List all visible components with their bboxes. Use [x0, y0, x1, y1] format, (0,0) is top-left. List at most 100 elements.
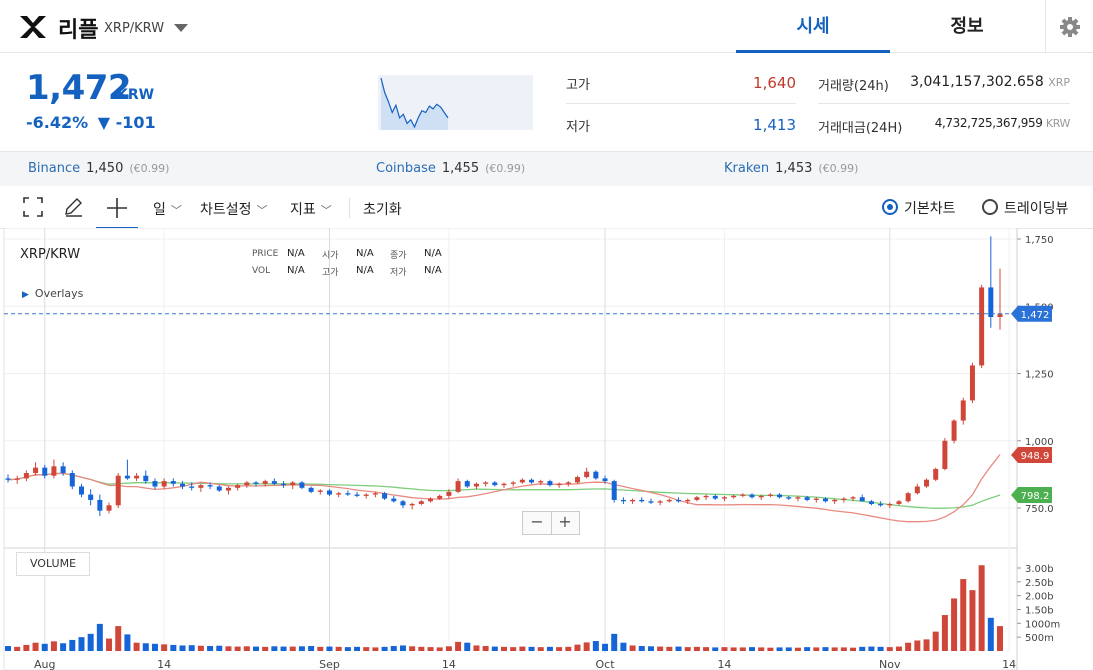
fullscreen-icon[interactable] — [22, 196, 44, 218]
exchange-price-row: Binance 1,450 (€0.99) Coinbase 1,455 (€0.99)… — [0, 151, 1093, 186]
change-down-arrow-icon: ▼ — [97, 113, 111, 132]
amount-24h: 4,732,725,367,959 KRW — [900, 116, 1071, 130]
zoom-in-button[interactable]: + — [551, 512, 579, 534]
volume-bar — [794, 647, 801, 651]
info-price-value: N/A — [287, 248, 305, 259]
overlays-toggle[interactable]: ▶ Overlays — [22, 287, 83, 300]
candle — [602, 478, 608, 482]
volume-bar — [813, 647, 820, 651]
settings-button[interactable] — [1045, 0, 1093, 52]
volume-bar — [932, 631, 939, 651]
candle — [859, 497, 865, 502]
amount-24h-label: 거래대금(24H) — [818, 121, 903, 136]
volume-bar — [280, 646, 287, 651]
volume-bar — [418, 646, 425, 651]
tradingview-label[interactable]: 트레이딩뷰 — [1004, 198, 1068, 218]
info-low-value: N/A — [424, 265, 442, 276]
volume-bar — [161, 644, 168, 651]
tab-info[interactable]: 정보 — [890, 0, 1044, 52]
draw-pencil-icon[interactable] — [62, 196, 84, 218]
coin-select-chevron-down-icon[interactable] — [174, 24, 188, 32]
indicators-dropdown[interactable]: 지표 ﹀ — [290, 199, 332, 219]
volume-bar — [703, 647, 710, 651]
price-sparkline — [378, 75, 533, 130]
volume-bar — [179, 645, 186, 651]
divider — [566, 103, 796, 104]
volume-bar — [638, 646, 645, 651]
exchange-binance[interactable]: Binance 1,450 (€0.99) — [28, 152, 169, 186]
volume-bar — [197, 645, 204, 651]
basic-chart-radio[interactable] — [882, 199, 898, 215]
candle — [887, 503, 893, 506]
volume-bar — [767, 647, 774, 651]
candle — [914, 486, 920, 494]
ma-short-label: 948.9 — [1021, 451, 1050, 462]
volume-24h-label: 거래량(24h) — [818, 79, 889, 94]
exchange-kraken[interactable]: Kraken 1,453 (€0.99) — [724, 152, 858, 186]
candle — [42, 467, 48, 476]
volume-bar — [464, 642, 471, 651]
info-low-label: 저가 — [390, 268, 407, 278]
exchange-price: 1,453 — [775, 161, 813, 176]
crosshair-button[interactable] — [96, 189, 138, 229]
volume-bar — [32, 642, 39, 651]
tradingview-radio[interactable] — [982, 199, 998, 215]
candle — [372, 493, 378, 495]
chart-pair-label: XRP/KRW — [20, 247, 81, 262]
volume-bar — [877, 646, 884, 651]
chart-frame — [3, 228, 1018, 670]
volume-bar — [712, 647, 719, 651]
info-vol-label: VOL — [252, 266, 271, 276]
reset-button[interactable]: 초기화 — [363, 199, 402, 219]
candle — [565, 482, 571, 484]
candle — [473, 483, 479, 487]
volume-bar — [188, 645, 195, 651]
period-label: 일 — [153, 202, 166, 218]
candle — [69, 473, 75, 487]
candle — [813, 498, 819, 500]
info-high-value: N/A — [356, 265, 374, 276]
exchange-name: Binance — [28, 161, 81, 176]
current-price-label: 1,472 — [1021, 310, 1050, 321]
candle — [639, 499, 645, 502]
time-tick-label: Aug — [34, 658, 55, 670]
info-close-value: N/A — [424, 248, 442, 259]
volume-bar — [684, 647, 691, 651]
low-value: 1,413 — [753, 116, 796, 134]
volume-bar — [482, 646, 489, 651]
volume-bar — [234, 646, 241, 651]
basic-chart-label[interactable]: 기본차트 — [904, 198, 956, 218]
exchange-coinbase[interactable]: Coinbase 1,455 (€0.99) — [376, 152, 525, 186]
candle — [648, 501, 654, 503]
candle — [758, 495, 764, 498]
volume-bar — [151, 643, 158, 651]
volume-bar — [895, 646, 902, 651]
period-dropdown[interactable]: 일 ﹀ — [153, 199, 182, 219]
volume-bar — [666, 646, 673, 651]
candle — [134, 475, 140, 479]
candle — [878, 503, 884, 506]
current-price: 1,472 — [26, 68, 132, 108]
candle — [731, 495, 737, 498]
candlestick-chart[interactable]: 750.01,0001,2501,5001,750500m1000m1.50b2… — [0, 228, 1093, 670]
time-tick-label: 14 — [442, 658, 456, 670]
candle — [152, 481, 158, 487]
candle — [777, 494, 783, 498]
candle — [115, 475, 121, 506]
zoom-out-button[interactable]: − — [523, 512, 552, 534]
chart-settings-dropdown[interactable]: 차트설정 ﹀ — [200, 199, 268, 219]
tab-price[interactable]: 시세 — [736, 0, 890, 53]
candle — [143, 475, 149, 482]
price-change: -6.42% ▼ -101 — [26, 113, 156, 132]
volume-bar — [344, 647, 351, 651]
volume-bar — [592, 641, 599, 651]
exchange-eur: (€0.99) — [129, 162, 170, 175]
candle — [170, 481, 176, 484]
change-percent: -6.42% — [26, 113, 89, 132]
candle — [400, 501, 406, 506]
exchange-price: 1,455 — [441, 161, 480, 176]
volume-bar — [87, 633, 94, 651]
high-value: 1,640 — [753, 74, 796, 92]
info-close-label: 종가 — [390, 251, 407, 261]
volume-bar — [510, 647, 517, 651]
